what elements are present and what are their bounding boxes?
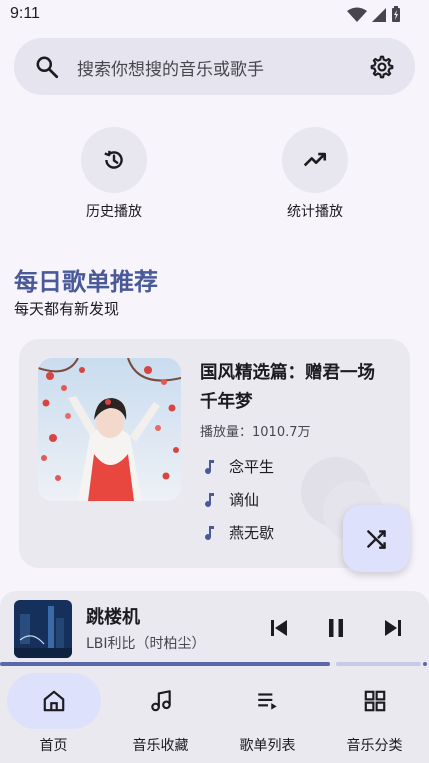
nav-label-home: 首页 xyxy=(39,738,68,754)
cover-illustration xyxy=(38,358,181,501)
nav-item-favorites[interactable]: 音乐收藏 xyxy=(107,669,214,763)
now-playing-title: 跳楼机 xyxy=(86,607,140,628)
nav-label-playlists: 歌单列表 xyxy=(239,738,296,754)
wifi-icon xyxy=(347,7,367,22)
signal-icon xyxy=(372,7,386,22)
mini-player[interactable]: 跳楼机 LBI利比（时柏尘） xyxy=(0,591,429,669)
now-playing-artist: LBI利比（时柏尘） xyxy=(86,636,206,652)
playlist-cover-image[interactable] xyxy=(38,358,181,501)
search-bar[interactable]: 搜索你想搜的音乐或歌手 xyxy=(14,38,415,95)
gear-icon[interactable] xyxy=(369,54,395,80)
history-play-button[interactable]: 历史播放 xyxy=(54,127,174,221)
music-note-icon xyxy=(205,459,214,474)
queue-music-icon xyxy=(257,693,277,710)
status-bar: 9:11 xyxy=(0,0,429,30)
stats-button-circle[interactable] xyxy=(282,127,348,193)
music-note-icon xyxy=(205,525,214,540)
progress-end-dot xyxy=(423,662,427,666)
nav-pill-categories[interactable] xyxy=(328,673,422,729)
status-icons xyxy=(347,6,401,23)
status-time: 9:11 xyxy=(10,5,40,22)
bottom-navigation: 首页 音乐收藏 歌单列表 音乐分类 xyxy=(0,669,429,763)
skip-previous-icon[interactable] xyxy=(268,617,290,639)
shuffle-icon xyxy=(366,529,386,549)
home-icon xyxy=(43,690,64,712)
nav-item-playlists[interactable]: 歌单列表 xyxy=(214,669,321,763)
nav-label-favorites: 音乐收藏 xyxy=(132,738,189,754)
music-note-icon xyxy=(205,492,214,507)
song-name: 念平生 xyxy=(229,458,275,476)
progress-remaining xyxy=(336,662,421,666)
music-note-icon xyxy=(150,690,171,712)
pause-icon[interactable] xyxy=(325,617,347,639)
progress-bar[interactable] xyxy=(0,662,429,666)
now-playing-cover[interactable] xyxy=(14,600,72,658)
nav-pill-favorites[interactable] xyxy=(114,673,208,729)
daily-playlist-subtitle: 每天都有新发现 xyxy=(14,300,120,318)
nav-item-home[interactable]: 首页 xyxy=(0,669,107,763)
battery-icon xyxy=(392,6,400,22)
play-count: 播放量：1010.7万 xyxy=(200,425,311,440)
stats-play-button[interactable]: 统计播放 xyxy=(255,127,375,221)
category-icon xyxy=(364,690,385,712)
search-input[interactable]: 搜索你想搜的音乐或歌手 xyxy=(77,55,264,80)
now-playing-artwork xyxy=(14,600,72,658)
nav-pill-playlists[interactable] xyxy=(221,673,315,729)
song-item[interactable]: 念平生 xyxy=(203,456,274,477)
history-label: 历史播放 xyxy=(86,204,142,220)
daily-playlist-title: 每日歌单推荐 xyxy=(14,268,158,296)
song-name: 燕无歇 xyxy=(229,524,275,542)
nav-label-categories: 音乐分类 xyxy=(346,738,403,754)
history-icon xyxy=(104,150,123,169)
playlist-title: 国风精选篇：赠君一场千年梦 xyxy=(200,363,375,412)
search-icon xyxy=(36,56,59,79)
shuffle-button[interactable] xyxy=(343,505,410,572)
song-item[interactable]: 燕无歇 xyxy=(203,522,274,543)
nav-pill-home[interactable] xyxy=(6,673,101,729)
stats-label: 统计播放 xyxy=(287,204,343,220)
song-item[interactable]: 谪仙 xyxy=(203,489,259,510)
trending-up-icon xyxy=(303,152,327,167)
nav-item-categories[interactable]: 音乐分类 xyxy=(321,669,428,763)
song-name: 谪仙 xyxy=(229,491,260,509)
skip-next-icon[interactable] xyxy=(382,617,404,639)
progress-fill xyxy=(0,662,330,666)
history-button-circle[interactable] xyxy=(81,127,147,193)
